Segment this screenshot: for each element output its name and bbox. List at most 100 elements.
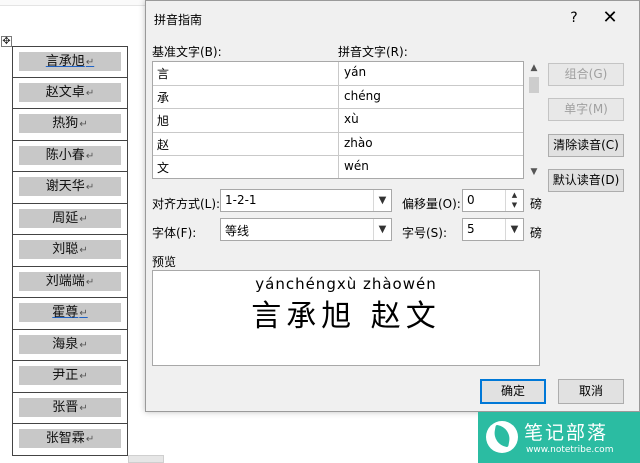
clear-reading-button[interactable]: 清除读音(C) <box>548 134 624 157</box>
name-label: 谢天华 <box>45 179 85 194</box>
help-button[interactable]: ? <box>563 7 585 29</box>
notetribe-logo: 笔记部落 www.notetribe.com <box>478 412 640 463</box>
cell-end-mark-icon: ↵ <box>85 276 95 288</box>
scroll-down-icon[interactable]: ▼ <box>526 165 542 179</box>
table-cell[interactable]: 霍尊↵ <box>13 298 127 330</box>
cell-end-mark-icon: ↵ <box>79 119 88 130</box>
table-cell[interactable]: 刘端端↵ <box>13 267 127 298</box>
alignment-value: 1-2-1 <box>225 193 257 207</box>
size-label: 字号(S): <box>402 226 448 240</box>
name-text: 刘端端↵ <box>13 272 127 292</box>
name-label: 刘聪 <box>52 242 79 257</box>
table-cell[interactable]: 陈小春↵ <box>13 141 127 172</box>
name-label: 霍尊 <box>52 305 79 320</box>
grid-scrollbar[interactable]: ▲ ▼ <box>526 61 542 179</box>
name-table: 言承旭↵ 赵文卓↵ 热狗↵ 陈小春↵ 谢天华↵ 周延↵ 刘聪↵ 刘端端↵ 霍尊↵ 海泉↵ 尹正↵ 张晋… <box>12 46 128 456</box>
name-text: 陈小春↵ <box>13 146 127 166</box>
cell-end-mark-icon: ↵ <box>79 339 88 351</box>
ruby-text-field[interactable]: zhào <box>339 133 523 156</box>
ruby-text-field[interactable]: wén <box>339 156 523 178</box>
spin-icon[interactable]: ▲ ▼ <box>505 190 523 211</box>
default-reading-button[interactable]: 默认读音(D) <box>548 169 624 192</box>
name-label: 陈小春 <box>45 147 85 163</box>
mono-button[interactable]: 单字(M) <box>548 98 624 121</box>
document-scrollbar[interactable] <box>128 455 164 463</box>
table-cell[interactable]: 张智霖↵ <box>13 424 127 456</box>
ok-button[interactable]: 确定 <box>480 379 546 404</box>
font-label: 字体(F): <box>152 226 197 240</box>
grid-row: 旭 xù <box>153 109 523 133</box>
group-button[interactable]: 组合(G) <box>548 63 624 86</box>
phonetic-guide-dialog: 拼音指南 ? ✕ 基准文字(B): 拼音文字(R): 言 yán 承 chéng… <box>145 0 640 412</box>
size-value: 5 <box>467 222 475 236</box>
preview-label: 预览 <box>152 255 177 269</box>
logo-leaf-icon <box>486 421 518 453</box>
base-text-field[interactable]: 文 <box>153 156 339 178</box>
name-label: 周延 <box>52 210 79 226</box>
cell-end-mark-icon: ↵ <box>79 308 88 319</box>
table-move-handle-icon[interactable]: ✥ <box>1 36 12 47</box>
base-text-field[interactable]: 承 <box>153 85 339 108</box>
name-label: 海泉 <box>52 336 79 352</box>
table-cell[interactable]: 谢天华↵ <box>13 172 127 204</box>
cell-end-mark-icon: ↵ <box>85 182 95 193</box>
cell-end-mark-icon: ↵ <box>85 57 95 68</box>
grid-row: 文 wén <box>153 156 523 178</box>
name-label: 赵文卓 <box>45 84 85 100</box>
ruby-text-field[interactable]: chéng <box>339 86 523 109</box>
cell-end-mark-icon: ↵ <box>79 245 88 256</box>
scroll-thumb[interactable] <box>529 77 539 93</box>
name-label: 热狗 <box>52 116 79 131</box>
base-text-field[interactable]: 赵 <box>153 132 339 155</box>
table-cell[interactable]: 张晋↵ <box>13 393 127 424</box>
close-button[interactable]: ✕ <box>599 7 621 29</box>
offset-spinner[interactable]: 0 ▲ ▼ <box>462 189 524 212</box>
font-value: 等线 <box>225 224 250 238</box>
name-label: 张晋 <box>52 399 79 415</box>
name-text: 张智霖↵ <box>13 429 127 449</box>
alignment-select[interactable]: 1-2-1 ▼ <box>220 189 392 212</box>
name-text: 海泉↵ <box>13 335 127 355</box>
table-cell[interactable]: 海泉↵ <box>13 330 127 361</box>
table-cell[interactable]: 言承旭↵ <box>13 46 127 78</box>
base-text-field[interactable]: 言 <box>153 62 339 85</box>
base-text-field[interactable]: 旭 <box>153 109 339 132</box>
phonetic-grid: 言 yán 承 chéng 旭 xù 赵 zhào 文 wén <box>152 61 524 179</box>
table-cell[interactable]: 刘聪↵ <box>13 235 127 267</box>
table-cell[interactable]: 周延↵ <box>13 204 127 235</box>
name-text: 霍尊↵ <box>13 303 127 323</box>
chevron-down-icon[interactable]: ▼ <box>373 190 391 211</box>
cell-end-mark-icon: ↵ <box>79 371 88 382</box>
grid-row: 承 chéng <box>153 85 523 109</box>
alignment-label: 对齐方式(L): <box>152 197 221 211</box>
name-text: 刘聪↵ <box>13 240 127 260</box>
table-cell[interactable]: 赵文卓↵ <box>13 78 127 109</box>
name-label: 尹正 <box>52 368 79 383</box>
offset-label: 偏移量(O): <box>402 197 461 211</box>
ruby-text-field[interactable]: yán <box>339 62 523 85</box>
name-text: 谢天华↵ <box>13 177 127 197</box>
dialog-title: 拼音指南 <box>154 13 203 27</box>
chevron-down-icon[interactable]: ▼ <box>373 219 391 240</box>
table-cell[interactable]: 热狗↵ <box>13 109 127 141</box>
offset-unit: 磅 <box>530 197 543 211</box>
cancel-button[interactable]: 取消 <box>558 379 624 404</box>
font-select[interactable]: 等线 ▼ <box>220 218 392 241</box>
name-text: 周延↵ <box>13 209 127 229</box>
name-text: 热狗↵ <box>13 114 127 134</box>
chevron-down-icon[interactable]: ▼ <box>505 219 523 240</box>
preview-box: yánchéngxù zhàowén 言承旭 赵文 <box>152 270 540 366</box>
size-select[interactable]: 5 ▼ <box>462 218 524 241</box>
table-cell[interactable]: 尹正↵ <box>13 361 127 393</box>
logo-url: www.notetribe.com <box>526 445 614 455</box>
grid-row: 赵 zhào <box>153 132 523 156</box>
offset-value: 0 <box>467 193 475 207</box>
name-label: 张智霖 <box>45 431 85 446</box>
name-text: 尹正↵ <box>13 366 127 386</box>
name-text: 言承旭↵ <box>13 52 127 72</box>
name-label: 言承旭 <box>45 54 85 69</box>
ruby-text-field[interactable]: xù <box>339 109 523 132</box>
cell-end-mark-icon: ↵ <box>85 150 95 162</box>
cell-end-mark-icon: ↵ <box>85 87 95 99</box>
scroll-up-icon[interactable]: ▲ <box>526 61 542 75</box>
